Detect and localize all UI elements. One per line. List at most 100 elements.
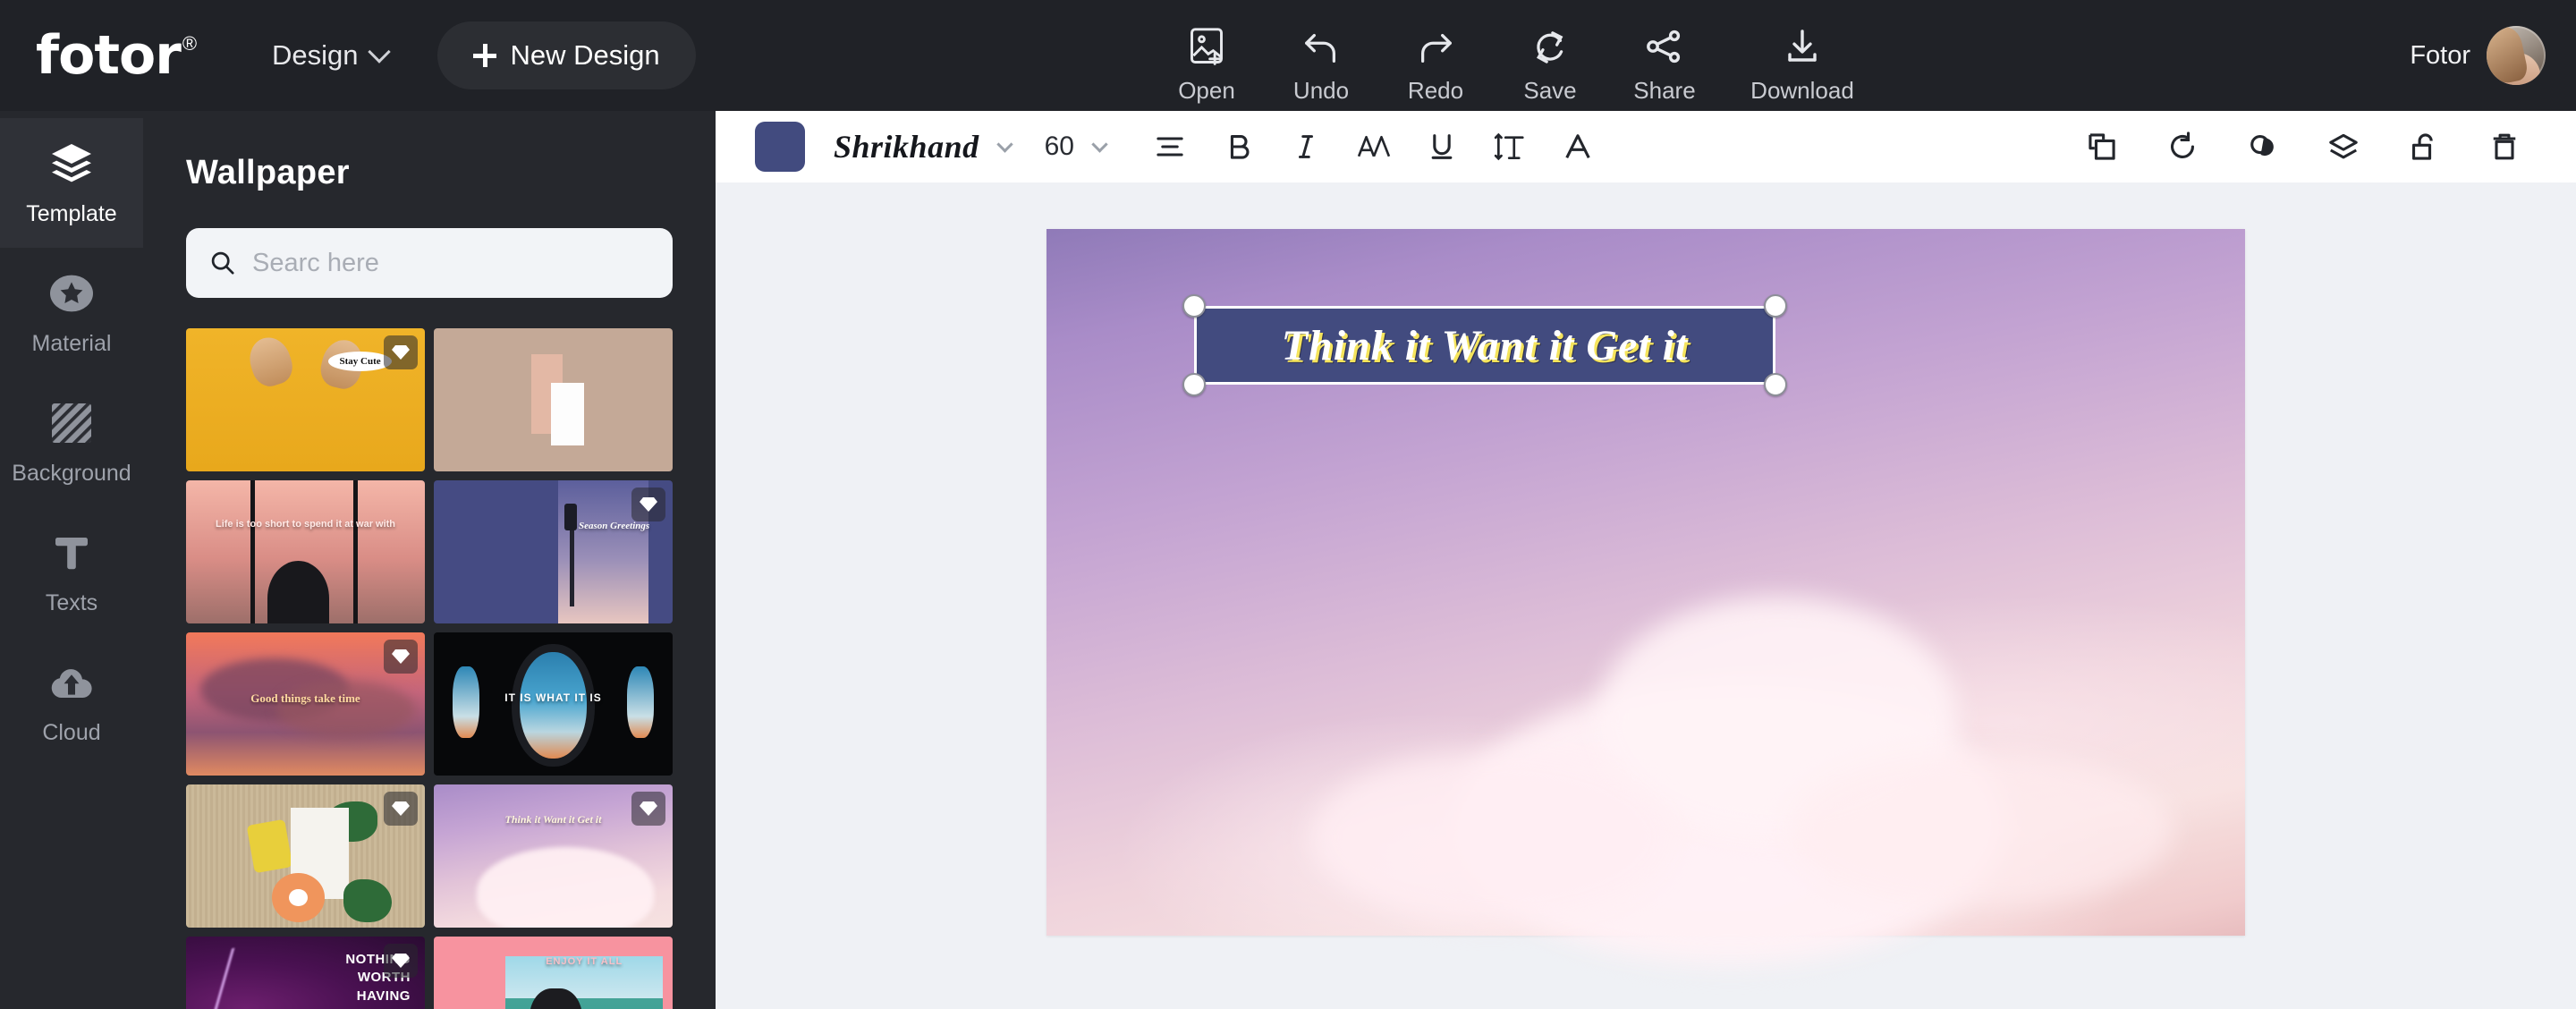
double-a-icon	[1356, 131, 1392, 163]
plus-icon	[472, 44, 496, 67]
align-center-button[interactable]	[1138, 114, 1202, 179]
resize-handle-bottom-right[interactable]	[1764, 373, 1787, 396]
sidebar-item-texts[interactable]: Texts	[0, 507, 143, 637]
thumb-caption: Good things take time	[250, 691, 360, 705]
open-button[interactable]: Open	[1149, 11, 1264, 105]
user-account[interactable]: Fotor	[2410, 0, 2546, 111]
undo-button[interactable]: Undo	[1264, 11, 1378, 105]
underline-button[interactable]	[1410, 114, 1474, 179]
bold-button[interactable]	[1206, 114, 1270, 179]
search-box[interactable]	[186, 228, 673, 298]
search-input[interactable]	[252, 248, 649, 278]
format-button-group	[1138, 114, 1610, 179]
download-label: Download	[1750, 77, 1854, 104]
sidebar-item-material[interactable]: Material	[0, 248, 143, 377]
spacing-button[interactable]	[1478, 114, 1542, 179]
premium-diamond-icon	[631, 488, 665, 521]
copy-squares-icon	[2086, 131, 2118, 163]
cloud-upload-icon	[47, 657, 97, 708]
rotate-button[interactable]	[2150, 114, 2215, 179]
star-badge-icon	[47, 268, 97, 318]
trash-icon	[2488, 131, 2521, 163]
share-button[interactable]: Share	[1607, 11, 1722, 105]
thumb-beige-photo-collage[interactable]	[434, 328, 673, 471]
thumb-window-silhouette[interactable]: Life is too short to spend it at war wit…	[186, 480, 425, 623]
new-design-button[interactable]: New Design	[436, 21, 696, 89]
thumb-blue-season-greeting[interactable]: Season Greetings	[434, 480, 673, 623]
top-tool-group: Open Undo Redo Save Share Download	[1149, 11, 1883, 105]
italic-i-icon	[1290, 131, 1322, 163]
font-size-selector[interactable]: 60	[1045, 131, 1074, 162]
object-action-group	[2070, 114, 2537, 179]
redo-arrow-icon	[1415, 23, 1456, 72]
sidebar-label-texts: Texts	[45, 590, 98, 615]
lock-button[interactable]	[2392, 114, 2456, 179]
underline-u-icon	[1426, 131, 1458, 163]
share-label: Share	[1633, 77, 1696, 104]
align-center-icon	[1154, 131, 1186, 163]
sidebar-label-template: Template	[26, 201, 117, 226]
editor-area: Shrikhand 60 Think it Want it Get it	[716, 111, 2576, 1009]
layers-diamond-icon	[2326, 131, 2360, 163]
thumb-think-it-want-it[interactable]: Think it Want it Get it	[434, 784, 673, 928]
layers-icon	[47, 139, 97, 189]
thumb-it-is-what-it-is[interactable]: IT IS WHAT IT IS	[434, 632, 673, 776]
bold-b-icon	[1222, 131, 1254, 163]
text-t-icon	[47, 528, 97, 578]
canvas-viewport[interactable]: Think it Want it Get it	[716, 182, 2576, 1009]
sidebar-item-background[interactable]: Background	[0, 377, 143, 507]
layer-button[interactable]	[2311, 114, 2376, 179]
save-button[interactable]: Save	[1493, 11, 1607, 105]
save-refresh-icon	[1531, 23, 1569, 72]
duplicate-button[interactable]	[2070, 114, 2134, 179]
chevron-down-icon[interactable]	[996, 135, 1013, 153]
undo-label: Undo	[1292, 77, 1350, 104]
top-bar: fotor ® Design New Design Open Undo Redo…	[0, 0, 2576, 111]
redo-button[interactable]: Redo	[1378, 11, 1493, 105]
text-effects-button[interactable]	[1546, 114, 1610, 179]
share-nodes-icon	[1645, 23, 1684, 72]
font-family-selector[interactable]: Shrikhand	[834, 128, 979, 165]
registered-mark-icon: ®	[182, 32, 198, 55]
opacity-button[interactable]	[2231, 114, 2295, 179]
thumb-linen-collage[interactable]	[186, 784, 425, 928]
thumb-enjoy-it-all-cat[interactable]: ENJOY IT ALL	[434, 937, 673, 1009]
hatch-square-icon	[47, 398, 97, 448]
letter-a-icon	[1562, 131, 1594, 163]
thumb-stay-cute-dog[interactable]: Stay Cute	[186, 328, 425, 471]
design-dropdown[interactable]: Design	[259, 30, 400, 81]
selected-text-object[interactable]: Think it Want it Get it	[1182, 294, 1787, 396]
fotor-logo[interactable]: fotor ®	[36, 29, 242, 82]
redo-label: Redo	[1407, 77, 1464, 104]
text-color-swatch[interactable]	[755, 122, 805, 172]
undo-arrow-icon	[1301, 23, 1342, 72]
thumb-caption: IT IS WHAT IT IS	[504, 691, 602, 704]
download-arrow-icon	[1783, 23, 1822, 72]
left-icon-rail: Template Material Background Texts Cloud	[0, 111, 143, 1009]
avatar[interactable]	[2487, 26, 2546, 85]
thumb-nothing-worth-having[interactable]: NOTHING WORTH HAVING COMES EASY	[186, 937, 425, 1009]
premium-diamond-icon	[384, 792, 418, 826]
sidebar-item-template[interactable]: Template	[0, 118, 143, 248]
thumb-caption: Season Greetings	[579, 520, 650, 531]
letter-case-button[interactable]	[1342, 114, 1406, 179]
canvas-text: Think it Want it Get it	[1281, 321, 1689, 369]
delete-button[interactable]	[2472, 114, 2537, 179]
design-canvas[interactable]: Think it Want it Get it	[1046, 229, 2245, 964]
sidebar-item-cloud[interactable]: Cloud	[0, 637, 143, 767]
resize-handle-bottom-left[interactable]	[1182, 373, 1206, 396]
resize-handle-top-left[interactable]	[1182, 294, 1206, 318]
wallpaper-panel: Wallpaper Stay Cute	[143, 111, 716, 1009]
italic-button[interactable]	[1274, 114, 1338, 179]
thumb-good-things-sunset[interactable]: Good things take time	[186, 632, 425, 776]
thumb-caption: Life is too short to spend it at war wit…	[215, 518, 396, 530]
page-title: Wallpaper	[186, 154, 350, 191]
thumb-caption: ENJOY IT ALL	[546, 956, 623, 968]
resize-handle-top-right[interactable]	[1764, 294, 1787, 318]
chevron-down-icon[interactable]	[1091, 135, 1108, 153]
logo-wordmark: fotor	[36, 24, 182, 87]
premium-diamond-icon	[384, 944, 418, 978]
download-button[interactable]: Download	[1722, 11, 1883, 105]
save-label: Save	[1523, 77, 1577, 104]
open-image-icon	[1187, 23, 1226, 72]
